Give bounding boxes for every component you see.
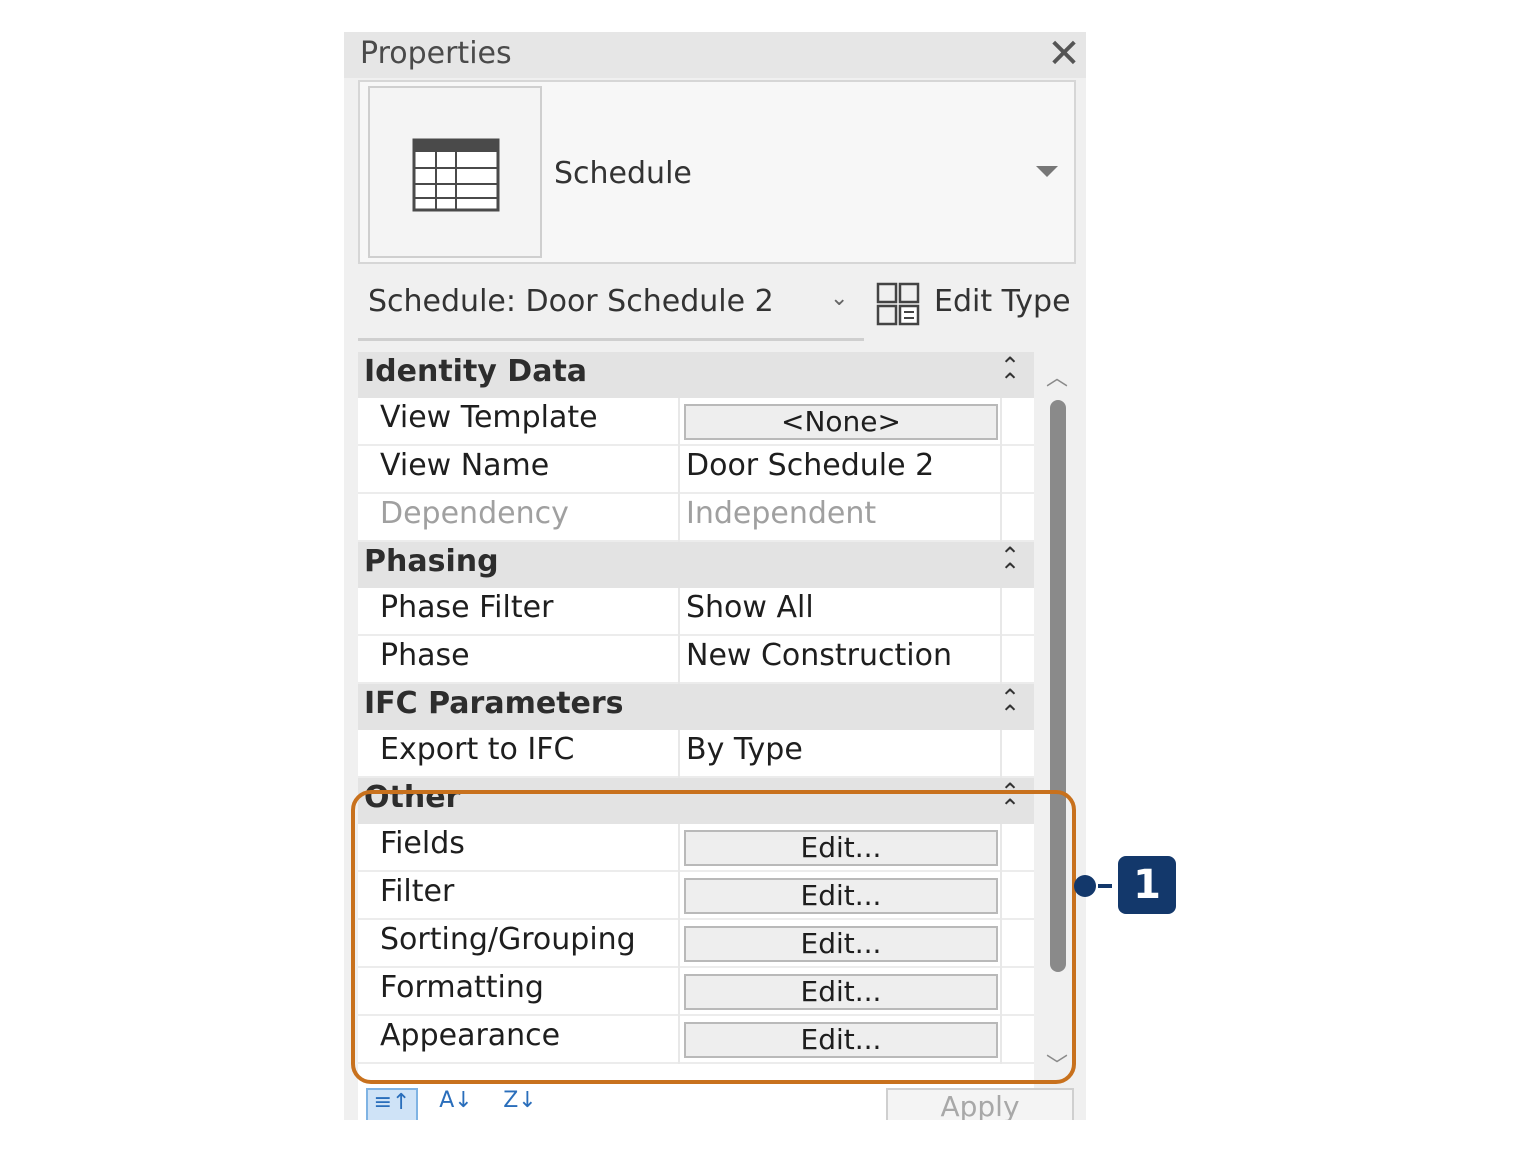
row-view-name: View Name Door Schedule 2 [358, 446, 1034, 494]
column-divider [678, 636, 680, 684]
property-name: Phase [380, 638, 470, 673]
type-thumbnail [368, 86, 542, 258]
column-divider [678, 494, 680, 542]
column-divider [678, 398, 680, 446]
property-name: View Template [380, 400, 598, 435]
bottom-toolbar: ≡↑ A↓ Z↓ Apply [358, 1084, 1076, 1120]
close-icon[interactable]: ✕ [1044, 32, 1084, 78]
chevron-down-icon[interactable]: ⌄ [830, 286, 848, 311]
row-dependency: Dependency Independent [358, 494, 1034, 542]
panel-titlebar: Properties ✕ [344, 32, 1086, 78]
apply-button[interactable]: Apply [886, 1088, 1074, 1120]
column-divider [1000, 588, 1002, 636]
row-phase: Phase New Construction [358, 636, 1034, 684]
sort-descending-icon[interactable]: Z↓ [494, 1088, 546, 1120]
phase-filter-select[interactable]: Show All [686, 590, 814, 625]
property-name: View Name [380, 448, 550, 483]
column-divider [1000, 730, 1002, 778]
panel-title: Properties [360, 36, 512, 71]
group-ifc-parameters[interactable]: IFC Parameters ⌃ ⌃ [358, 684, 1034, 730]
group-phasing[interactable]: Phasing ⌃ ⌃ [358, 542, 1034, 588]
dropdown-caret-icon[interactable] [1036, 166, 1058, 177]
column-divider [678, 730, 680, 778]
row-view-template: View Template <None> [358, 398, 1034, 446]
column-divider [1000, 398, 1002, 446]
edit-type-button[interactable]: Edit Type [876, 280, 1072, 328]
collapse-icon[interactable]: ⌃ ⌃ [998, 686, 1022, 726]
group-label: Identity Data [364, 354, 588, 389]
row-export-to-ifc: Export to IFC By Type [358, 730, 1034, 778]
callout-connector [1098, 884, 1112, 888]
property-name: Phase Filter [380, 590, 554, 625]
group-label: Phasing [364, 544, 499, 579]
schedule-table-icon [412, 138, 500, 212]
highlight-outline [351, 790, 1076, 1084]
column-divider [678, 588, 680, 636]
collapse-icon[interactable]: ⌃ ⌃ [998, 544, 1022, 584]
edit-type-icon [876, 282, 920, 326]
property-name: Dependency [380, 496, 569, 531]
instance-selector-label: Schedule: Door Schedule 2 [368, 284, 774, 319]
phase-select[interactable]: New Construction [686, 638, 952, 673]
view-name-field[interactable]: Door Schedule 2 [686, 448, 934, 483]
column-divider [1000, 494, 1002, 542]
callout-dot [1074, 875, 1096, 897]
type-selector[interactable]: Schedule [358, 80, 1076, 264]
property-name: Export to IFC [380, 732, 575, 767]
categorized-sort-icon[interactable]: ≡↑ [366, 1088, 418, 1120]
dependency-value: Independent [686, 496, 877, 531]
group-label: IFC Parameters [364, 686, 624, 721]
column-divider [1000, 446, 1002, 494]
callout-badge: 1 [1118, 856, 1176, 914]
column-divider [1000, 636, 1002, 684]
instance-selector[interactable]: Schedule: Door Schedule 2 ⌄ [358, 280, 864, 341]
type-name: Schedule [554, 156, 692, 191]
column-divider [678, 446, 680, 494]
scroll-up-icon[interactable]: ︿ [1046, 360, 1068, 392]
group-identity-data[interactable]: Identity Data ⌃ ⌃ [358, 352, 1034, 398]
row-phase-filter: Phase Filter Show All [358, 588, 1034, 636]
edit-type-label: Edit Type [934, 284, 1071, 319]
collapse-icon[interactable]: ⌃ ⌃ [998, 354, 1022, 394]
view-template-button[interactable]: <None> [684, 404, 998, 440]
export-to-ifc-select[interactable]: By Type [686, 732, 803, 767]
sort-ascending-icon[interactable]: A↓ [430, 1088, 482, 1120]
